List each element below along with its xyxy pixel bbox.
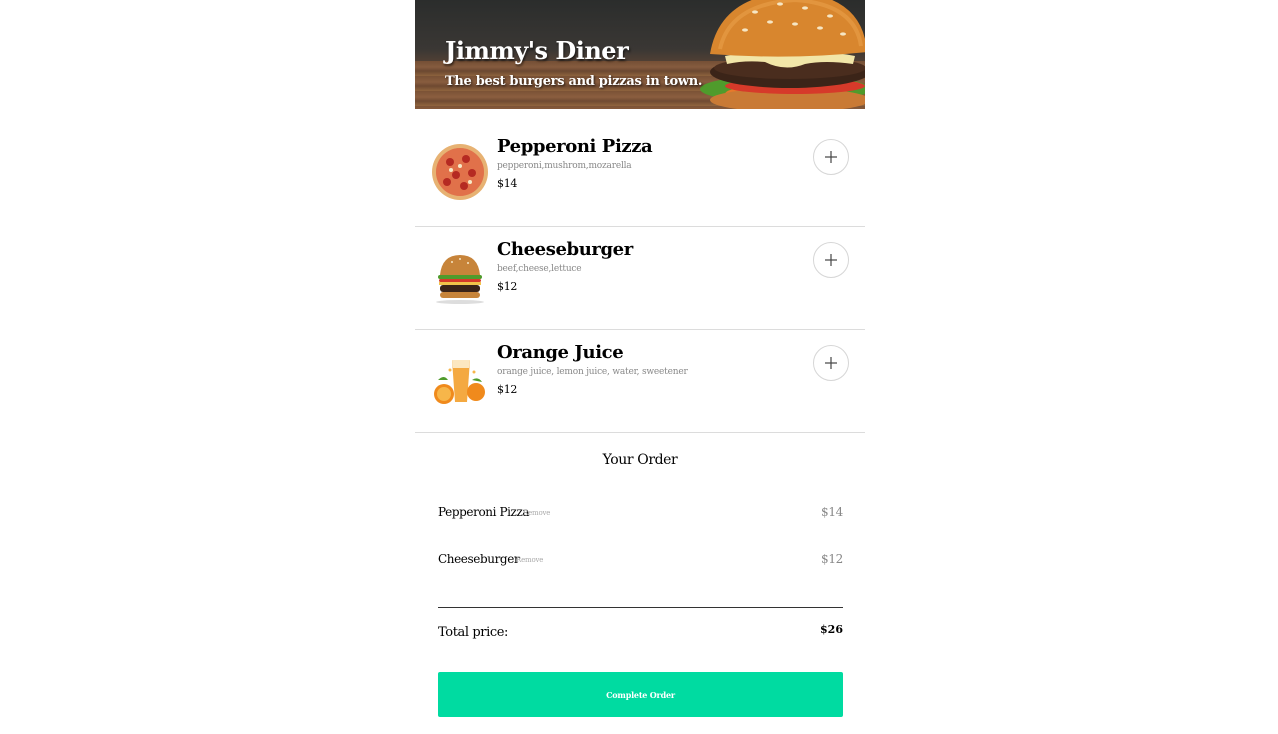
remove-cheeseburger-button[interactable]: Remove — [516, 556, 543, 564]
burger-hero-image — [700, 0, 865, 109]
pizza-image — [432, 144, 488, 200]
menu-item-orange-juice: Orange Juice orange juice, lemon juice, … — [415, 330, 865, 433]
item-name: Orange Juice — [497, 342, 624, 363]
order-row-cheeseburger: Cheeseburger Remove $12 — [438, 550, 843, 570]
add-orange-juice-button[interactable] — [813, 345, 849, 381]
plus-icon — [825, 151, 837, 163]
juice-image — [434, 360, 485, 404]
menu-item-cheeseburger: Cheeseburger beef,cheese,lettuce $12 — [415, 227, 865, 330]
item-name: Pepperoni Pizza — [497, 136, 653, 157]
order-divider — [438, 607, 843, 608]
plus-icon — [825, 254, 837, 266]
header-banner: Jimmy's Diner The best burgers and pizza… — [415, 0, 865, 109]
order-item-name: Pepperoni Pizza — [438, 505, 530, 519]
item-ingredients: beef,cheese,lettuce — [497, 264, 582, 274]
item-price: $12 — [497, 383, 518, 396]
add-pepperoni-pizza-button[interactable] — [813, 139, 849, 175]
plus-icon — [825, 357, 837, 369]
order-item-name: Cheeseburger — [438, 552, 520, 566]
order-row-pepperoni-pizza: Pepperoni Pizza Remove $14 — [438, 503, 843, 523]
item-ingredients: pepperoni,mushrom,mozarella — [497, 161, 632, 171]
add-cheeseburger-button[interactable] — [813, 242, 849, 278]
order-title: Your Order — [602, 452, 678, 468]
item-ingredients: orange juice, lemon juice, water, sweete… — [497, 367, 688, 377]
item-name: Cheeseburger — [497, 239, 633, 260]
app-container: Jimmy's Diner The best burgers and pizza… — [415, 0, 865, 734]
item-price: $14 — [497, 177, 518, 190]
menu-item-pepperoni-pizza: Pepperoni Pizza pepperoni,mushrom,mozare… — [415, 124, 865, 227]
total-price-label: Total price: — [438, 625, 509, 640]
item-price: $12 — [497, 280, 518, 293]
complete-order-button[interactable]: Complete Order — [438, 672, 843, 717]
order-item-price: $12 — [820, 552, 843, 566]
restaurant-title: Jimmy's Diner — [445, 36, 629, 65]
remove-pepperoni-pizza-button[interactable]: Remove — [523, 509, 550, 517]
total-price-value: $26 — [820, 623, 843, 636]
restaurant-subtitle: The best burgers and pizzas in town. — [445, 74, 703, 89]
order-item-price: $14 — [820, 505, 843, 519]
burger-image — [436, 255, 484, 304]
